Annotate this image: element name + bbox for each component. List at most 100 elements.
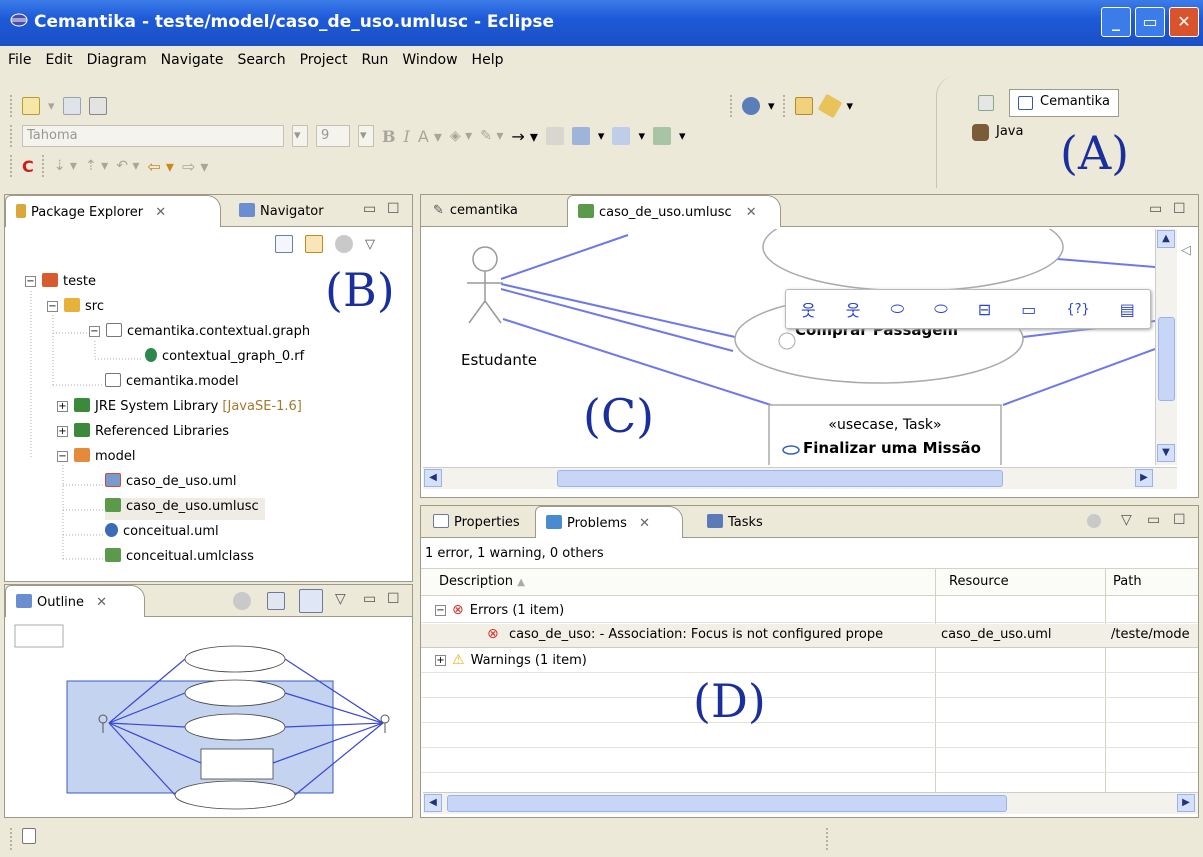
note-tool-icon[interactable]: ▤	[1120, 300, 1135, 319]
filter-icon[interactable]	[233, 592, 251, 610]
maximize-view-icon[interactable]: ☐	[1173, 201, 1186, 217]
arrange-icon[interactable]	[612, 127, 631, 145]
dropdown-arrow-icon[interactable]: ▾	[598, 129, 605, 144]
last-edit-icon[interactable]: ↶ ▾	[116, 158, 139, 174]
print-icon[interactable]	[88, 97, 107, 115]
font-color-icon[interactable]: A ▾	[418, 127, 442, 146]
new-icon[interactable]	[22, 97, 40, 115]
open-perspective-icon[interactable]	[978, 95, 994, 111]
maximize-view-icon[interactable]: ☐	[387, 591, 400, 607]
column-header-path[interactable]: Path	[1113, 574, 1142, 589]
prev-annotation-icon[interactable]: ⇡ ▾	[85, 158, 108, 174]
select-all-icon[interactable]	[571, 127, 590, 145]
tab-properties[interactable]: Properties	[423, 506, 530, 538]
table-row-selected[interactable]: ⊗ caso_de_uso: - Association: Focus is n…	[421, 624, 1198, 647]
scroll-thumb[interactable]	[447, 795, 1007, 812]
dropdown-arrow-icon[interactable]: ▾	[48, 99, 55, 114]
usecase-finish-label[interactable]: Finalizar uma Missão	[803, 439, 981, 457]
menu-window[interactable]: Window	[394, 48, 463, 68]
palette-toggle-icon[interactable]: ◁	[1181, 243, 1191, 258]
next-annotation-icon[interactable]: ⇣ ▾	[54, 158, 77, 174]
align-icon[interactable]	[652, 127, 671, 145]
usecase-buy-label[interactable]: Comprar Passagem	[795, 329, 1015, 340]
tab-caso-de-uso-umlusc[interactable]: caso_de_uso.umlusc ✕	[567, 195, 781, 227]
collapse-all-icon[interactable]	[275, 235, 293, 253]
scroll-left-icon[interactable]: ◀	[424, 469, 442, 487]
maximize-view-icon[interactable]: ☐	[1173, 512, 1186, 528]
scroll-thumb[interactable]	[557, 470, 1003, 487]
expand-icon[interactable]: +	[435, 655, 446, 666]
minimize-view-icon[interactable]: ▭	[1149, 201, 1162, 217]
scroll-right-icon[interactable]: ▶	[1177, 794, 1195, 812]
problems-horizontal-scrollbar[interactable]: ◀ ▶	[423, 792, 1198, 814]
tab-tasks[interactable]: Tasks	[697, 506, 773, 538]
perspective-java[interactable]: Java	[972, 124, 1023, 141]
save-icon[interactable]	[62, 97, 81, 115]
table-row[interactable]: − ⊗ Errors (1 item)	[435, 602, 564, 618]
dropdown-arrow-icon[interactable]: ▾	[638, 129, 645, 144]
cemantika-c-icon[interactable]: C	[22, 157, 34, 176]
minimize-view-icon[interactable]: ▭	[363, 591, 376, 607]
view-menu-icon[interactable]: ▽	[1121, 512, 1132, 528]
minimize-view-icon[interactable]: ▭	[1147, 512, 1160, 528]
actor-label[interactable]: Estudante	[461, 351, 537, 369]
outline-tree-icon[interactable]	[267, 592, 285, 610]
line-style-icon[interactable]: → ▾	[511, 127, 538, 146]
scroll-left-icon[interactable]: ◀	[424, 794, 442, 812]
component-tool-icon[interactable]: ⊟	[978, 300, 991, 319]
menu-edit[interactable]: Edit	[37, 48, 78, 68]
tab-problems[interactable]: Problems ✕	[535, 506, 683, 538]
actor-tool-icon-2[interactable]: 웃	[846, 297, 861, 321]
menu-file[interactable]: File	[0, 48, 37, 68]
menu-search[interactable]: Search	[229, 48, 291, 68]
tab-cemantika[interactable]: ✎ cemantika	[423, 195, 528, 227]
line-color-icon[interactable]: ✎ ▾	[480, 128, 503, 144]
pencil-icon[interactable]	[817, 93, 842, 119]
close-button[interactable]: ✕	[1169, 7, 1199, 37]
menu-navigate[interactable]: Navigate	[153, 48, 230, 68]
table-row[interactable]: + ⚠ Warnings (1 item)	[435, 652, 587, 668]
column-header-resource[interactable]: Resource	[949, 574, 1009, 589]
back-icon[interactable]: ⇦ ▾	[147, 157, 174, 176]
collapse-icon[interactable]: −	[435, 605, 446, 616]
filter-icon[interactable]	[335, 235, 353, 253]
italic-icon[interactable]: I	[404, 127, 410, 146]
minimize-view-icon[interactable]: ▭	[363, 201, 376, 217]
font-size-combo[interactable]: 9	[316, 125, 350, 147]
dropdown-arrow-icon[interactable]: ▾	[768, 99, 775, 114]
view-menu-icon[interactable]: ▽	[335, 591, 346, 607]
fill-color-icon[interactable]: ◈ ▾	[450, 128, 472, 144]
scroll-right-icon[interactable]: ▶	[1135, 469, 1153, 487]
font-name-dropdown-icon[interactable]: ▾	[292, 125, 308, 147]
usecase-tool-icon[interactable]: ⬭	[890, 299, 904, 319]
maximize-view-icon[interactable]: ☐	[387, 201, 400, 217]
editor-vertical-scrollbar[interactable]: ▲ ▼	[1155, 229, 1177, 465]
fast-view-icon[interactable]	[22, 828, 36, 844]
link-with-editor-icon[interactable]	[305, 235, 323, 253]
close-tab-icon[interactable]: ✕	[746, 205, 757, 220]
close-tab-icon[interactable]: ✕	[96, 595, 107, 610]
open-folder-icon[interactable]	[794, 97, 813, 115]
dropdown-arrow-icon[interactable]: ▾	[679, 129, 686, 144]
constraint-tool-icon[interactable]: {?}	[1066, 302, 1089, 317]
forward-icon[interactable]: ⇨ ▾	[182, 157, 209, 176]
tab-outline[interactable]: Outline ✕	[5, 585, 145, 617]
diagram-canvas[interactable]: Estudante Comprar Passagem «usecase, Tas…	[423, 229, 1155, 465]
font-size-dropdown-icon[interactable]: ▾	[358, 125, 374, 147]
editor-horizontal-scrollbar[interactable]: ◀ ▶	[423, 467, 1177, 489]
column-header-description[interactable]: Description ▲	[439, 574, 525, 589]
close-tab-icon[interactable]: ✕	[639, 516, 650, 531]
tab-navigator[interactable]: Navigator	[229, 195, 334, 227]
usecase-tool-icon-2[interactable]: ⬭	[934, 299, 948, 319]
view-menu-icon[interactable]: ▽	[365, 237, 375, 252]
bold-icon[interactable]: B	[382, 127, 396, 146]
folder-tool-icon[interactable]: ▭	[1021, 300, 1036, 319]
minimize-button[interactable]: _	[1101, 7, 1131, 37]
overview-icon[interactable]	[299, 589, 323, 613]
maximize-button[interactable]: ▭	[1135, 7, 1165, 37]
actor-tool-icon[interactable]: 웃	[801, 297, 816, 321]
search-icon[interactable]	[742, 97, 760, 115]
menu-project[interactable]: Project	[292, 48, 354, 68]
filter-icon[interactable]	[1087, 514, 1101, 528]
dropdown-arrow-icon[interactable]: ▾	[847, 99, 854, 114]
